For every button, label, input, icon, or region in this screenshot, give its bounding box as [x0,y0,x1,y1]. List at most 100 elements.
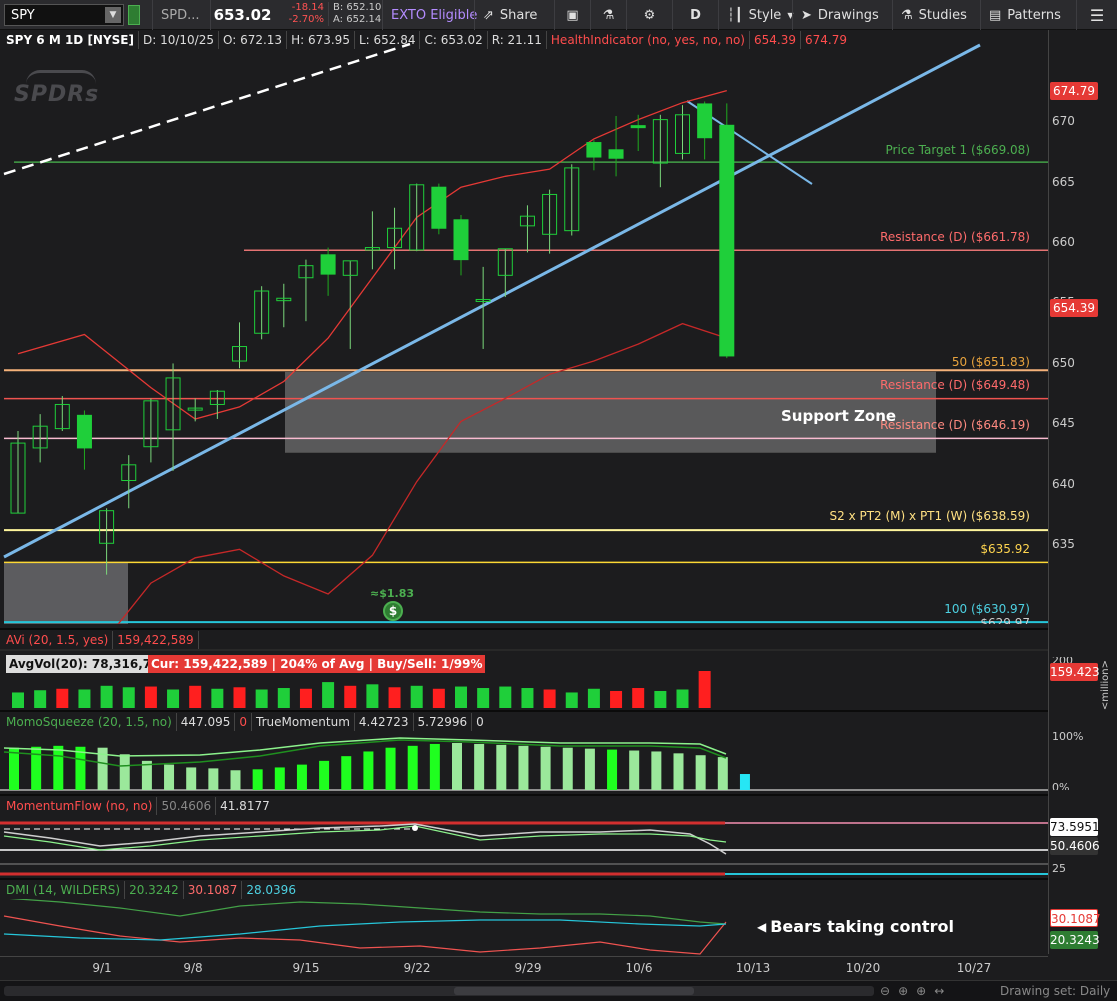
candle-body [453,219,469,261]
time-axis[interactable]: 9/1 9/8 9/15 9/22 9/29 10/6 10/13 10/20 … [0,956,1048,980]
studies-button[interactable]: ⚗ Studies [892,0,975,30]
volume-bar [587,688,600,708]
momo-bar [341,756,352,790]
drawings-button[interactable]: ➤ Drawings [792,0,887,30]
main-header: SPY 6 M 1D [NYSE] D: 10/10/25 O: 672.13 … [2,31,851,49]
exto-button[interactable]: EXTO Eligible [382,0,485,30]
link-icon[interactable] [128,5,140,25]
scroll-thumb[interactable] [454,987,694,995]
dmi-adx-value: 28.0396 [246,883,296,897]
zoom-in-icon[interactable]: ⊕ [898,984,916,998]
toolbar: SPY ▼ SPD... 653.02 -18.14 -2.70% B: 652… [0,0,1117,30]
s2-label: S2 x PT2 (M) x PT1 (W) ($638.59) [829,509,1031,523]
header-low: L: 652.84 [355,31,421,49]
health-indicator-label[interactable]: HealthIndicator (no, yes, no, no) [547,31,750,49]
momo-bar [429,743,440,790]
reset-icon[interactable]: ↔ [934,984,952,998]
tick-665: 665 [1052,175,1075,189]
price-pane[interactable]: SPY 6 M 1D [NYSE] D: 10/10/25 O: 672.13 … [0,30,1067,624]
volume-bar [477,688,490,708]
volume-bar [144,686,157,708]
truemomentum-value-2: 5.72996 [414,713,473,731]
dmi-pane[interactable]: DMI (14, WILDERS) 20.3242 30.1087 28.039… [0,878,1048,956]
header-range: R: 21.11 [488,31,547,49]
mflow-marker [412,825,418,831]
dmi-minus-value: 30.1087 [184,881,243,899]
last-price: 653.02 [210,0,274,30]
cursor-icon: ➤ [801,7,812,23]
momo-bar [363,751,374,790]
volume-bar [122,687,135,708]
avi-label[interactable]: AVi (20, 1.5, yes) [2,631,114,649]
momo-bar [717,757,728,790]
candle-body [320,254,336,275]
horizontal-scrollbar[interactable]: ⊖⊕⊕↔ Drawing set: Daily [0,980,1117,1001]
momo-header: MomoSqueeze (20, 1.5, no) 447.095 0 True… [2,713,488,731]
momentumflow-pane[interactable]: MomentumFlow (no, no) 50.4606 41.8177 [0,794,1048,876]
volume-bar [565,692,578,708]
volume-bar [610,690,623,708]
momo-bar [75,746,86,790]
momo-label[interactable]: MomoSqueeze (20, 1.5, no) [2,713,177,731]
volume-bar [255,689,268,708]
candlestick-icon: ┆┃ [727,7,743,23]
share-button[interactable]: ⇗ Share [474,0,545,30]
dmi-note: ◀ Bears taking control [757,917,954,936]
volume-pane[interactable]: AVi (20, 1.5, yes) 159,422,589 AvgVol(20… [0,628,1048,708]
dmi-note-text: Bears taking control [770,917,954,936]
volume-header: AVi (20, 1.5, yes) 159,422,589 [2,631,199,649]
flask-icon[interactable]: ⚗ [590,0,626,30]
x-label-1020: 10/20 [845,961,881,975]
momo-bar [230,770,241,790]
symbol-description: SPD... [152,0,208,30]
bid-ask: B: 652.10 A: 652.14 [328,2,384,26]
share-label: Share [499,7,538,23]
spdr-logo: SPDRs [14,70,100,107]
symbol-input[interactable]: SPY ▼ [4,4,124,26]
avgvol-box: AvgVol(20): 78,316,795 [6,655,171,673]
dollar-icon[interactable]: $ [383,601,403,621]
drawing-set-label[interactable]: Drawing set: Daily [1000,984,1110,998]
momentumflow-label[interactable]: MomentumFlow (no, no) [2,797,158,815]
tick-645: 645 [1052,416,1075,430]
volume-bar [410,685,423,708]
scroll-track[interactable] [4,986,874,996]
patterns-button[interactable]: ▤ Patterns [980,0,1069,30]
price-scale[interactable] [1048,30,1117,954]
momo-bar [208,768,219,790]
gear-icon[interactable]: ⚙ [626,0,672,30]
momentumflow-value-2: 41.8177 [220,799,270,813]
dmi-label[interactable]: DMI (14, WILDERS) [2,881,126,899]
mflow-badge-1: 73.5951 [1050,818,1100,836]
truemomentum-label[interactable]: TrueMomentum [252,713,355,731]
style-button[interactable]: ┆┃ Style ▼ [718,0,801,30]
dmi-badge-red: 30.1087 [1050,909,1101,927]
change-pct: -2.70% [288,14,324,25]
chevron-down-icon[interactable]: ▼ [105,7,121,23]
badge-674: 674.79 [1050,82,1098,100]
zoom-out-icon[interactable]: ⊖ [880,984,898,998]
zoom-controls[interactable]: ⊖⊕⊕↔ [880,984,952,998]
momo-tick-bottom: 0% [1052,782,1070,790]
momo-bar [53,745,64,790]
style-label: Style [748,7,782,23]
logo-text: SPDRs [14,82,100,107]
momentumflow-header: MomentumFlow (no, no) 50.4606 41.8177 [2,797,274,815]
support-box-lower [4,562,128,624]
symbol-text: SPY [11,7,35,23]
level-cut-label: $629.97 [980,618,1030,624]
aggregation-button[interactable]: D [672,0,718,30]
fit-icon[interactable]: ⊕ [916,984,934,998]
volume-bar [299,688,312,708]
volume-bar [56,688,69,708]
momo-bar [518,745,529,790]
momo-bar [296,764,307,790]
dmi-plus-value: 20.3242 [125,881,184,899]
momo-pane[interactable]: MomoSqueeze (20, 1.5, no) 447.095 0 True… [0,710,1048,792]
snapshot-icon[interactable]: ▣ [554,0,590,30]
ask-value: A: 652.14 [333,14,382,25]
momo-bar [540,746,551,790]
candle-body [630,125,646,129]
volume-bar [100,685,113,708]
more-menu-icon[interactable]: ☰ [1076,0,1117,30]
